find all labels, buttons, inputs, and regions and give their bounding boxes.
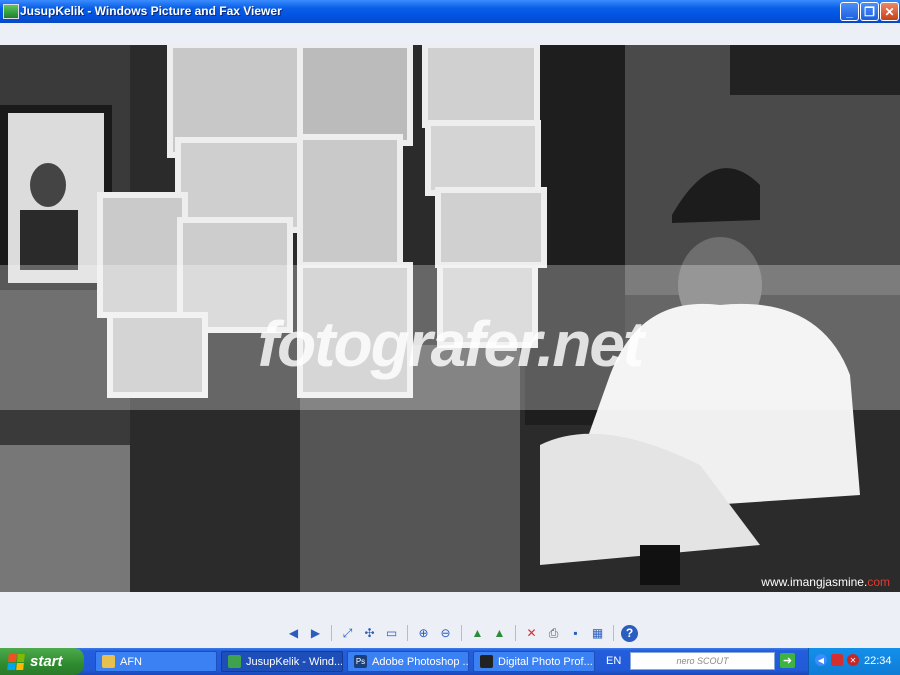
system-tray: ◀ ✕ 22:34 bbox=[808, 648, 900, 675]
toolbar-separator bbox=[331, 625, 332, 641]
tray-back-icon[interactable]: ◀ bbox=[815, 654, 827, 666]
windows-logo-icon bbox=[7, 653, 25, 670]
taskbar-item-digital-photo-professional[interactable]: Digital Photo Prof... bbox=[473, 651, 595, 672]
taskbar-item-label: AFN bbox=[120, 655, 142, 668]
toolbar-separator bbox=[461, 625, 462, 641]
start-button[interactable]: start bbox=[0, 648, 84, 675]
nero-search-input[interactable]: nero SCOUT bbox=[630, 652, 775, 670]
previous-image-button[interactable]: ◀ bbox=[285, 625, 302, 642]
taskbar-item-label: Digital Photo Prof... bbox=[498, 655, 593, 668]
tray-app-icon[interactable] bbox=[831, 654, 843, 666]
zoom-out-button[interactable]: ⊖ bbox=[437, 625, 454, 642]
folder-icon bbox=[102, 655, 115, 668]
best-fit-button[interactable]: ⤢ bbox=[339, 625, 356, 642]
next-image-button[interactable]: ▶ bbox=[307, 625, 324, 642]
zoom-in-button[interactable]: ⊕ bbox=[415, 625, 432, 642]
maximize-button[interactable]: ❐ bbox=[860, 2, 879, 21]
taskbar-item-picture-viewer[interactable]: JusupKelik - Wind... bbox=[221, 651, 343, 672]
photo-credit: www.imangjasmine.com bbox=[761, 575, 890, 589]
print-button[interactable]: ⎙ bbox=[545, 625, 562, 642]
photo: fotografer.net www.imangjasmine.com bbox=[0, 45, 900, 592]
delete-button[interactable]: ✕ bbox=[523, 625, 540, 642]
language-indicator[interactable]: EN bbox=[606, 655, 621, 667]
picture-viewer-icon bbox=[3, 4, 19, 19]
watermark-text: fotografer.net bbox=[257, 308, 644, 380]
tray-security-icon[interactable]: ✕ bbox=[847, 654, 859, 666]
window-title: JusupKelik - Windows Picture and Fax Vie… bbox=[20, 4, 282, 18]
open-for-editing-button[interactable]: ▦ bbox=[589, 625, 606, 642]
actual-size-button[interactable]: ✣ bbox=[361, 625, 378, 642]
toolbar-separator bbox=[613, 625, 614, 641]
title-bar: JusupKelik - Windows Picture and Fax Vie… bbox=[0, 0, 900, 23]
clock: 22:34 bbox=[864, 655, 892, 667]
toolbar-separator bbox=[515, 625, 516, 641]
rotate-clockwise-button[interactable]: ▲ bbox=[469, 625, 486, 642]
taskbar: start AFN JusupKelik - Wind... Ps Adobe … bbox=[0, 648, 900, 675]
picture-viewer-icon bbox=[228, 655, 241, 668]
taskbar-item-label: Adobe Photoshop ... bbox=[372, 655, 469, 668]
rotate-counterclockwise-button[interactable]: ▲ bbox=[491, 625, 508, 642]
save-copy-button[interactable]: ▪ bbox=[567, 625, 584, 642]
credit-main: www.imangjasmine. bbox=[761, 575, 868, 589]
help-button[interactable]: ? bbox=[621, 624, 638, 642]
credit-tld: com bbox=[867, 575, 890, 589]
minimize-button[interactable]: _ bbox=[840, 2, 859, 21]
photoshop-icon: Ps bbox=[354, 655, 367, 668]
start-label: start bbox=[30, 653, 63, 670]
viewer-toolbar: ◀ ▶ ⤢ ✣ ▭ ⊕ ⊖ ▲ ▲ ✕ ⎙ ▪ ▦ ? bbox=[285, 623, 638, 643]
go-arrow-icon[interactable]: ➜ bbox=[780, 653, 795, 668]
taskbar-item-label: JusupKelik - Wind... bbox=[246, 655, 343, 668]
slideshow-button[interactable]: ▭ bbox=[383, 625, 400, 642]
taskbar-item-photoshop[interactable]: Ps Adobe Photoshop ... bbox=[347, 651, 469, 672]
taskbar-item-afn[interactable]: AFN bbox=[95, 651, 217, 672]
camera-icon bbox=[480, 655, 493, 668]
toolbar-separator bbox=[407, 625, 408, 641]
close-button[interactable]: ✕ bbox=[880, 2, 899, 21]
